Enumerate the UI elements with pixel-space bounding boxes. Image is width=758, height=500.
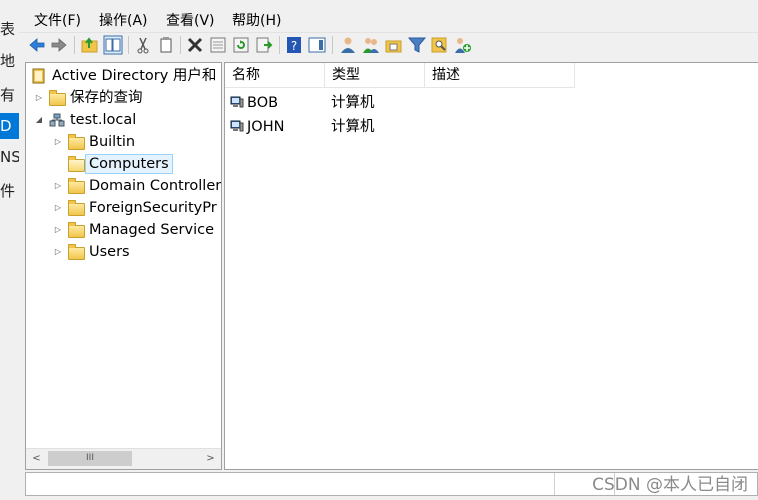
show-console-tree-icon[interactable] (103, 35, 123, 55)
console-tree[interactable]: Active Directory 用户和 ▷ 保存的查询 ◢ test.loca… (25, 62, 222, 470)
expand-arrow-icon[interactable]: ▷ (53, 132, 63, 152)
tree-item-label: Managed Service (89, 222, 214, 238)
tree-item-label: Users (89, 244, 130, 260)
list-item-type: 计算机 (331, 119, 375, 135)
filter-icon[interactable] (407, 35, 427, 55)
scroll-right-button[interactable]: > (202, 450, 219, 467)
new-ou-icon[interactable] (384, 35, 404, 55)
column-header-type[interactable]: 类型 (325, 63, 425, 88)
delete-icon[interactable] (185, 35, 205, 55)
folder-icon (68, 200, 85, 216)
help-icon[interactable]: ? (284, 35, 304, 55)
background-text-fragment: 地 (0, 52, 16, 70)
tree-item-label-selected: Computers (85, 154, 173, 174)
folder-icon (68, 244, 85, 260)
tree-item-users[interactable]: ▷ Users (26, 242, 221, 262)
collapse-arrow-icon[interactable]: ◢ (34, 110, 44, 130)
background-selected-item[interactable]: D (0, 113, 19, 139)
copy-icon[interactable] (156, 35, 176, 55)
menu-help[interactable]: 帮助(H) (228, 9, 285, 31)
new-group-icon[interactable] (361, 35, 381, 55)
list-item-computer[interactable]: BOB 计算机 (225, 92, 755, 114)
up-folder-icon[interactable] (80, 35, 100, 55)
list-item-type: 计算机 (331, 95, 375, 111)
tree-item-label: test.local (70, 112, 137, 128)
folder-icon (68, 134, 85, 150)
new-user-icon[interactable] (338, 35, 358, 55)
forward-arrow-icon[interactable] (49, 35, 69, 55)
menu-action[interactable]: 操作(A) (95, 9, 152, 31)
properties-icon[interactable] (208, 35, 228, 55)
background-text-fragment: 表 (0, 20, 16, 38)
folder-icon (68, 222, 85, 238)
computer-icon (230, 96, 244, 108)
find-icon[interactable] (430, 35, 450, 55)
menu-file[interactable]: 文件(F) (30, 9, 85, 31)
expand-arrow-icon[interactable]: ▷ (53, 242, 63, 262)
expand-arrow-icon[interactable]: ▷ (53, 198, 63, 218)
tree-item-foreign-security[interactable]: ▷ ForeignSecurityPr (26, 198, 221, 218)
tree-item-builtin[interactable]: ▷ Builtin (26, 132, 221, 152)
menu-bar: 文件(F) 操作(A) 查看(V) 帮助(H) (19, 6, 758, 33)
svg-text:?: ? (291, 39, 297, 53)
folder-icon (49, 90, 66, 106)
tree-root[interactable]: Active Directory 用户和 (26, 66, 221, 86)
tree-item-label: ForeignSecurityPr (89, 200, 217, 216)
computer-icon (230, 120, 244, 132)
csdn-watermark: CSDN @本人已自闭 (592, 475, 748, 495)
expand-arrow-icon[interactable]: ▷ (34, 88, 44, 108)
refresh-icon[interactable] (231, 35, 251, 55)
column-header-description[interactable]: 描述 (425, 63, 575, 88)
add-to-group-icon[interactable] (453, 35, 473, 55)
tree-item-managed-service[interactable]: ▷ Managed Service (26, 220, 221, 240)
background-text-fragment: 件 (0, 182, 16, 200)
main-panes: Active Directory 用户和 ▷ 保存的查询 ◢ test.loca… (25, 62, 758, 470)
cut-icon[interactable] (133, 35, 153, 55)
toolbar: ? (25, 33, 758, 59)
results-list[interactable]: 名称 类型 描述 BOB 计算机 JOHN 计算机 (224, 62, 758, 470)
tree-item-label: 保存的查询 (70, 90, 143, 106)
tree-item-domain[interactable]: ◢ test.local (26, 110, 221, 130)
menu-view[interactable]: 查看(V) (162, 9, 219, 31)
background-text-fragment: NS (0, 148, 19, 166)
action-pane-icon[interactable] (307, 35, 327, 55)
tree-item-saved-queries[interactable]: ▷ 保存的查询 (26, 88, 221, 108)
column-header-name[interactable]: 名称 (225, 63, 325, 88)
tree-item-computers[interactable]: Computers (26, 154, 221, 174)
list-item-computer[interactable]: JOHN 计算机 (225, 116, 755, 138)
ad-users-computers-window: 文件(F) 操作(A) 查看(V) 帮助(H) ? Active Directo… (19, 0, 758, 500)
back-arrow-icon[interactable] (27, 35, 47, 55)
background-window-strip: 表 地 有 D NS 件 (0, 0, 19, 500)
expand-arrow-icon[interactable]: ▷ (53, 176, 63, 196)
list-item-name: BOB (247, 95, 279, 111)
tree-root-label: Active Directory 用户和 (52, 68, 217, 84)
domain-icon (49, 113, 65, 127)
export-list-icon[interactable] (254, 35, 274, 55)
scroll-thumb[interactable]: III (48, 451, 132, 466)
horizontal-scrollbar[interactable]: < III > (26, 448, 221, 469)
background-text-fragment: 有 (0, 86, 16, 104)
tree-item-label: Builtin (89, 134, 136, 150)
scroll-left-button[interactable]: < (28, 450, 45, 467)
ou-folder-icon (68, 178, 85, 194)
open-folder-icon (68, 156, 85, 172)
tree-item-domain-controllers[interactable]: ▷ Domain Controller (26, 176, 221, 196)
active-directory-book-icon (32, 68, 45, 84)
tree-item-label: Domain Controller (89, 178, 222, 194)
expand-arrow-icon[interactable]: ▷ (53, 220, 63, 240)
list-item-name: JOHN (247, 119, 285, 135)
